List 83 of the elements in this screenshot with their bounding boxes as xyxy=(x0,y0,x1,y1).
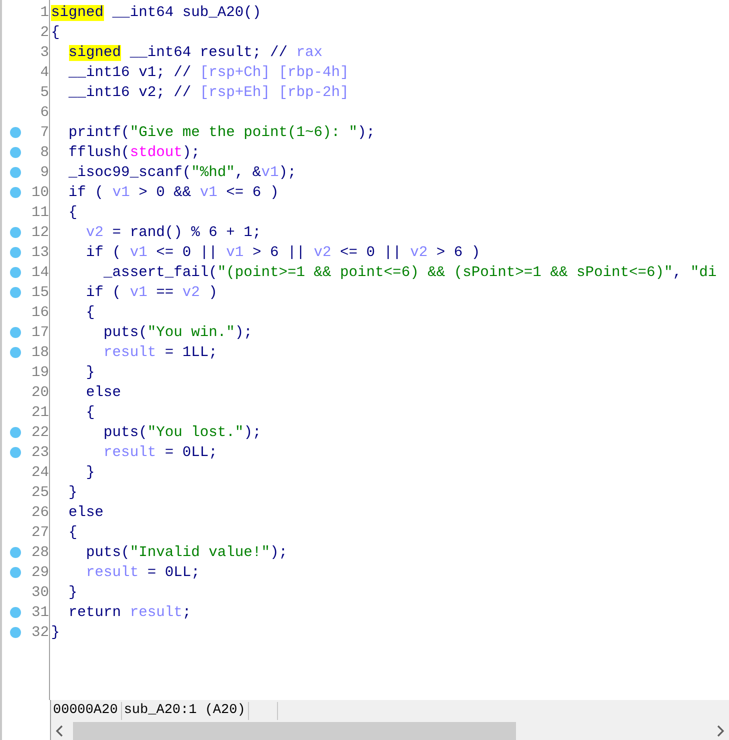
line-number: 22 xyxy=(31,424,49,443)
code-line: _isoc99_scanf("%hd", &v1); xyxy=(68,164,296,183)
breakpoint-dot[interactable] xyxy=(10,427,21,438)
code-line: } xyxy=(51,624,60,643)
code-line: if ( v1 <= 0 || v1 > 6 || v2 <= 0 || v2 > 6 ) xyxy=(85,244,480,263)
code-line: } xyxy=(85,464,95,483)
location-field: sub_A20:1 (A20) xyxy=(122,702,250,720)
breakpoint-dot[interactable] xyxy=(10,567,21,578)
scrollbar-thumb[interactable] xyxy=(73,722,516,740)
code-line: } xyxy=(68,584,78,603)
line-number: 32 xyxy=(31,624,49,643)
line-number: 25 xyxy=(31,484,49,503)
breakpoint-dot[interactable] xyxy=(10,347,21,358)
line-number: 13 xyxy=(31,244,49,263)
code-line: if ( v1 == v2 ) xyxy=(85,284,218,303)
code-line: { xyxy=(68,204,78,223)
line-number: 11 xyxy=(31,204,49,223)
line-number: 5 xyxy=(40,84,49,103)
breakpoint-dot[interactable] xyxy=(10,327,21,338)
code-line: } xyxy=(85,364,95,383)
breakpoint-dot[interactable] xyxy=(10,607,21,618)
code-line: result = 0LL; xyxy=(85,564,200,583)
code-line: } xyxy=(68,484,78,503)
code-line: signed __int64 result; // rax xyxy=(68,44,322,63)
breakpoint-dot[interactable] xyxy=(10,127,21,138)
line-number: 4 xyxy=(40,64,49,83)
code-line: { xyxy=(85,404,95,423)
line-number: 26 xyxy=(31,504,49,523)
line-number: 17 xyxy=(31,324,49,343)
breakpoint-dot[interactable] xyxy=(10,447,21,458)
breakpoint-dot[interactable] xyxy=(10,267,21,278)
code-line: __int16 v1; // [rsp+Ch] [rbp-4h] xyxy=(68,64,349,83)
line-number: 30 xyxy=(31,584,49,603)
code-line: return result; xyxy=(68,604,192,623)
line-number: 7 xyxy=(40,124,49,143)
code-line: signed __int64 sub_A20() xyxy=(51,4,262,23)
code-line: { xyxy=(85,304,95,323)
horizontal-scrollbar[interactable] xyxy=(51,722,729,740)
line-number: 16 xyxy=(31,304,49,323)
code-line: else xyxy=(85,384,122,403)
code-line: else xyxy=(68,504,104,523)
line-number: 27 xyxy=(31,524,49,543)
code-line: result = 1LL; xyxy=(102,344,218,363)
address-field: 00000A20 xyxy=(51,702,122,720)
breakpoint-dot[interactable] xyxy=(10,227,21,238)
line-number: 14 xyxy=(31,264,49,283)
line-number: 10 xyxy=(31,184,49,203)
code-line: _assert_fail("(point>=1 && point<=6) && (sPoint>=1 && sPoint<=6)", "di xyxy=(102,264,717,283)
breakpoint-dot[interactable] xyxy=(10,187,21,198)
line-number: 2 xyxy=(40,24,49,43)
code-line: puts("Invalid value!"); xyxy=(85,544,288,563)
line-number: 12 xyxy=(31,224,49,243)
code-line: { xyxy=(68,524,78,543)
code-line: puts("You win."); xyxy=(102,324,252,343)
line-number: 3 xyxy=(40,44,49,63)
breakpoint-dot[interactable] xyxy=(10,547,21,558)
breakpoint-dot[interactable] xyxy=(10,147,21,158)
line-number: 6 xyxy=(40,104,49,123)
line-number: 23 xyxy=(31,444,49,463)
line-number: 8 xyxy=(40,144,49,163)
breakpoint-dot[interactable] xyxy=(10,167,21,178)
line-number: 24 xyxy=(31,464,49,483)
code-line: fflush(stdout); xyxy=(68,144,200,163)
breakpoint-dot[interactable] xyxy=(10,627,21,638)
line-number: 21 xyxy=(31,404,49,423)
code-line: printf("Give me the point(1~6): "); xyxy=(68,124,376,143)
line-number: 31 xyxy=(31,604,49,623)
line-number: 9 xyxy=(40,164,49,183)
line-number: 19 xyxy=(31,364,49,383)
line-number: 15 xyxy=(31,284,49,303)
breakpoint-dot[interactable] xyxy=(10,247,21,258)
code-line: puts("You lost."); xyxy=(102,424,262,443)
code-line: __int16 v2; // [rsp+Eh] [rbp-2h] xyxy=(68,84,349,103)
code-line: v2 = rand() % 6 + 1; xyxy=(85,224,262,243)
line-number: 1 xyxy=(40,4,49,23)
line-number: 18 xyxy=(31,344,49,363)
line-number: 20 xyxy=(31,384,49,403)
line-number: 28 xyxy=(31,544,49,563)
breakpoint-dot[interactable] xyxy=(10,287,21,298)
line-number: 29 xyxy=(31,564,49,583)
code-line: { xyxy=(51,24,60,43)
code-line: if ( v1 > 0 && v1 <= 6 ) xyxy=(68,184,279,203)
code-line: result = 0LL; xyxy=(102,444,218,463)
